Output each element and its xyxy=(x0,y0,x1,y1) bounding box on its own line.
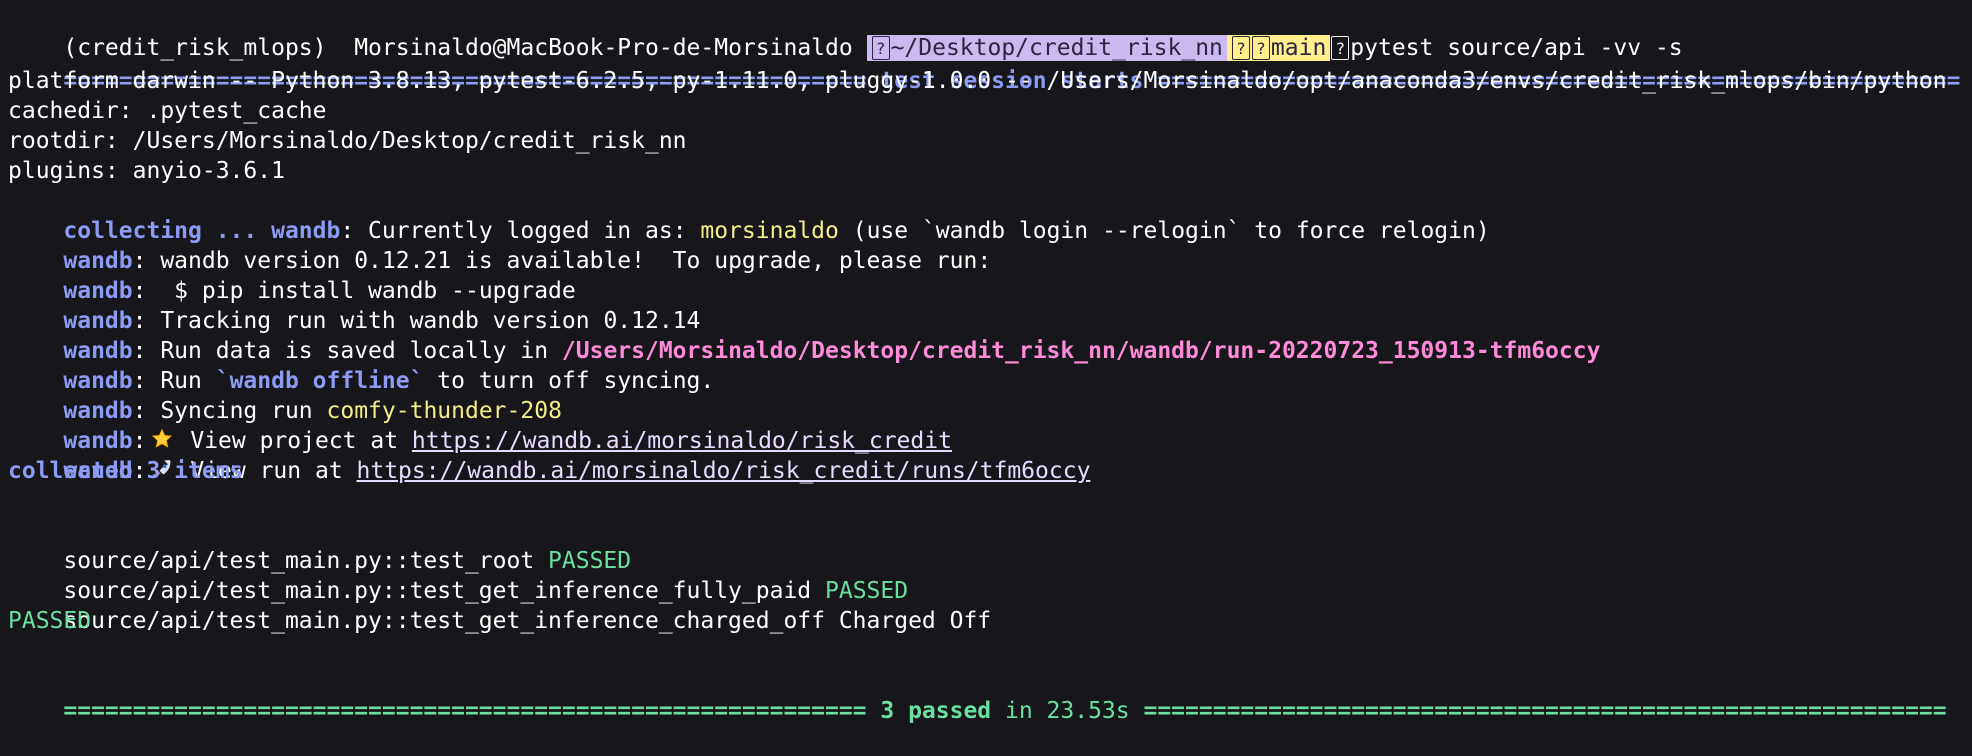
session-header-line: ========================================… xyxy=(8,36,1960,94)
collected-items-line: collected 3 items xyxy=(8,458,244,484)
final-passed-line: PASSED xyxy=(8,608,92,634)
cachedir-line: cachedir: .pytest_cache xyxy=(8,98,327,124)
wandb-syncing-line: wandb: Syncing run comfy-thunder-208 xyxy=(8,366,562,424)
wandb-version-line: wandb: wandb version 0.12.21 is availabl… xyxy=(8,216,991,274)
run-data-path[interactable]: /Users/Morsinaldo/Desktop/credit_risk_nn… xyxy=(562,338,1601,364)
plugins-line: plugins: anyio-3.6.1 xyxy=(8,158,285,184)
test-row: source/api/test_main.py::test_get_infere… xyxy=(8,576,991,634)
test-name: source/api/test_main.py::test_get_infere… xyxy=(63,608,992,634)
wandb-login-line: collecting ... wandb: Currently logged i… xyxy=(8,186,1489,244)
wandb-offline-line: wandb: Run `wandb offline` to turn off s… xyxy=(8,336,714,394)
test-row: source/api/test_main.py::test_get_infere… xyxy=(8,546,908,604)
summary-passed: 3 passed xyxy=(866,698,992,724)
rootdir-line: rootdir: /Users/Morsinaldo/Desktop/credi… xyxy=(8,128,687,154)
wandb-tracking-line: wandb: Tracking run with wandb version 0… xyxy=(8,276,700,334)
summary-right-rule: ========================================… xyxy=(1143,698,1947,724)
summary-left-rule: ========================================… xyxy=(63,698,867,724)
summary-time: in 23.53s xyxy=(991,698,1144,724)
wandb-run-line: wandb: View run at https://wandb.ai/mors… xyxy=(8,426,1090,484)
test-row: source/api/test_main.py::test_root PASSE… xyxy=(8,516,631,574)
wandb-run-data-line: wandb: Run data is saved locally in /Use… xyxy=(8,306,1600,364)
terminal-window[interactable]: (credit_risk_mlops) Morsinaldo@MacBook-P… xyxy=(0,0,1972,724)
run-link[interactable]: https://wandb.ai/morsinaldo/risk_credit/… xyxy=(357,458,1091,484)
platform-line: platform darwin -- Python 3.8.13, pytest… xyxy=(8,68,1947,94)
wandb-pip-line: wandb: $ pip install wandb --upgrade xyxy=(8,246,575,304)
prompt-line: (credit_risk_mlops) Morsinaldo@MacBook-P… xyxy=(8,3,1683,61)
wandb-project-line: wandb: View project at https://wandb.ai/… xyxy=(8,396,952,454)
